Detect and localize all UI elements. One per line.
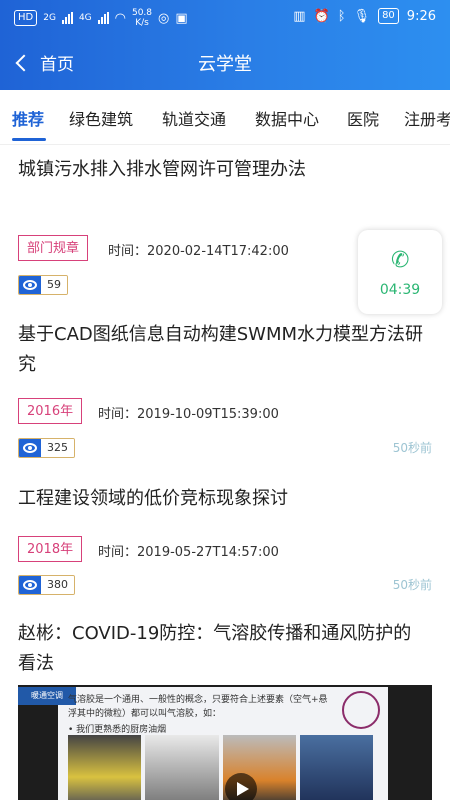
hd-badge: HD: [14, 10, 38, 26]
article-title[interactable]: 工程建设领域的低价竞标现象探讨: [18, 484, 428, 514]
battery-icon: 80: [378, 8, 399, 24]
clock: 9:26: [406, 8, 436, 24]
app-icon: ▣: [175, 10, 188, 26]
tab-recommended[interactable]: 推荐: [12, 106, 44, 130]
signal-icon-2: [97, 12, 109, 24]
notification-icon: ◎: [158, 10, 170, 26]
time-ago: 50秒前: [392, 578, 432, 592]
article-time: 时间：2020-02-14T17:42:00: [108, 244, 289, 259]
page-title: 云学堂: [198, 54, 252, 75]
tab-rail-transit[interactable]: 轨道交通: [162, 106, 226, 130]
call-floating-widget[interactable]: ✆ 04:39: [358, 230, 442, 314]
eye-icon: [19, 576, 41, 594]
top-bar: HD 2G 4G ◠ 50.8 K/s ◎ ▣ ▥ ⏰ ᛒ 🎙 80 9:26 首…: [0, 0, 450, 90]
video-slide: 暖通空调 气溶胶是一个通用、一般性的概念，只要符合上述要素（空气+悬浮其中的微粒…: [18, 687, 388, 800]
eye-icon: [19, 276, 41, 294]
nfc-icon: ▥: [293, 8, 306, 24]
article-time: 时间：2019-05-27T14:57:00: [98, 545, 279, 560]
article-title[interactable]: 基于CAD图纸信息自动构建SWMM水力模型方法研究: [18, 320, 428, 380]
tab-hospital[interactable]: 医院: [347, 106, 379, 130]
view-count: 380: [18, 575, 75, 595]
status-bar: HD 2G 4G ◠ 50.8 K/s ◎ ▣ ▥ ⏰ ᛒ 🎙 80 9:26: [0, 0, 450, 34]
mic-icon: 🎙: [353, 8, 371, 24]
tab-green-building[interactable]: 绿色建筑: [69, 106, 133, 130]
slide-text: 气溶胶是一个通用、一般性的概念，只要符合上述要素（空气+悬浮其中的微粒）都可以叫…: [68, 695, 328, 735]
tab-data-center[interactable]: 数据中心: [255, 106, 319, 130]
view-count: 59: [18, 275, 68, 295]
eye-icon: [19, 439, 41, 457]
tab-registration[interactable]: 注册考: [404, 106, 450, 130]
phone-icon: ✆: [391, 248, 410, 273]
article-tag: 部门规章: [18, 235, 89, 261]
article-title[interactable]: 赵彬：COVID-19防控：气溶胶传播和通风防护的看法: [18, 619, 428, 679]
slide-images: [68, 735, 373, 800]
nav-bar: 首页 云学堂: [0, 38, 450, 86]
view-count: 325: [18, 438, 75, 458]
net-speed: 50.8 K/s: [131, 8, 153, 28]
article-tag: 2018年: [18, 536, 83, 562]
video-thumbnail[interactable]: 暖通空调 气溶胶是一个通用、一般性的概念，只要符合上述要素（空气+悬浮其中的微粒…: [18, 685, 432, 800]
wifi-icon: ◠: [114, 10, 126, 26]
play-icon[interactable]: [225, 773, 257, 800]
bluetooth-icon: ᛒ: [337, 8, 346, 24]
time-ago: 50秒前: [392, 441, 432, 455]
category-tabs: 推荐 绿色建筑 轨道交通 数据中心 医院 注册考: [0, 90, 450, 145]
alarm-icon: ⏰: [313, 8, 330, 24]
call-duration: 04:39: [379, 282, 421, 298]
signal-icon: [61, 12, 73, 24]
article-time: 时间：2019-10-09T15:39:00: [98, 407, 279, 422]
active-tab-indicator: [12, 138, 46, 141]
university-seal-icon: [342, 691, 380, 729]
article-title[interactable]: 城镇污水排入排水管网许可管理办法: [18, 155, 308, 185]
network-2g: 2G: [43, 13, 56, 23]
article-tag: 2016年: [18, 398, 83, 424]
network-4g: 4G: [78, 13, 92, 23]
